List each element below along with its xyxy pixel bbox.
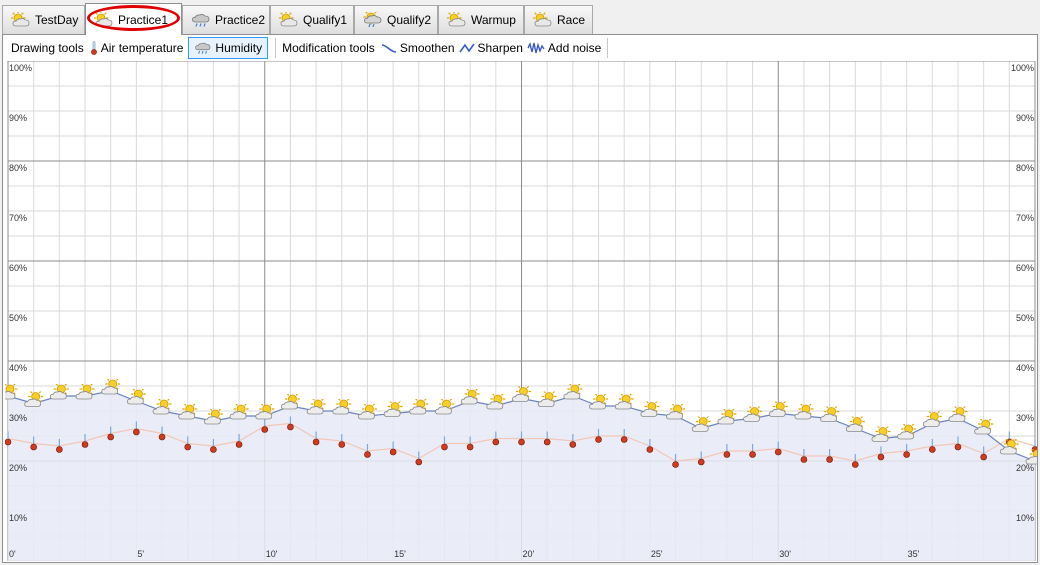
y-tick-label-left: 70% bbox=[9, 213, 27, 223]
tab-label: Practice1 bbox=[118, 12, 169, 27]
air-temperature-button[interactable]: Air temperature bbox=[88, 37, 186, 59]
x-tick-label: 30' bbox=[779, 549, 791, 559]
x-tick-label: 0' bbox=[9, 549, 16, 559]
tab-label: TestDay bbox=[35, 13, 79, 27]
toolbar-separator bbox=[607, 38, 609, 58]
toolbar-separator bbox=[275, 38, 277, 58]
weather-panel: Drawing tools Air temperature Humidity M… bbox=[2, 34, 1038, 563]
x-tick-label: 15' bbox=[394, 549, 406, 559]
humidity-chart[interactable]: 100% 100% 90% 90% 80% 80% 70% 70% 60% 60% 50% 50% 40… bbox=[5, 61, 1037, 561]
x-tick-label: 25' bbox=[651, 549, 663, 559]
tab-label: Qualify1 bbox=[303, 13, 348, 27]
y-tick-label-left: 10% bbox=[9, 513, 27, 523]
smooth-curve-icon bbox=[381, 44, 396, 53]
chart-canvas[interactable]: 100% 100% 90% 90% 80% 80% 70% 70% 60% 60% 50% 50% 40… bbox=[5, 61, 1037, 561]
y-tick-label-right: 40% bbox=[1016, 363, 1034, 373]
tab-label: Race bbox=[557, 13, 586, 27]
sun-cloud-icon bbox=[11, 12, 31, 28]
y-tick-label-left: 100% bbox=[9, 63, 32, 73]
rain-cloud-icon bbox=[191, 12, 211, 28]
noise-wave-icon bbox=[527, 42, 545, 54]
tab-qualify1[interactable]: Qualify1 bbox=[270, 5, 354, 34]
y-tick-label-right: 90% bbox=[1016, 113, 1034, 123]
y-tick-label-right: 50% bbox=[1016, 313, 1034, 323]
tab-practice1[interactable]: Practice1 bbox=[85, 3, 182, 35]
y-tick-label-right: 60% bbox=[1016, 263, 1034, 273]
modification-tools-label: Modification tools bbox=[282, 41, 375, 55]
smoothen-label: Smoothen bbox=[399, 41, 455, 55]
sharp-curve-icon bbox=[458, 43, 475, 53]
air-temperature-label: Air temperature bbox=[100, 41, 184, 55]
smoothen-button[interactable]: Smoothen bbox=[379, 37, 457, 59]
y-tick-label-right: 10% bbox=[1016, 513, 1034, 523]
thermometer-icon bbox=[90, 41, 98, 55]
y-tick-label-right: 30% bbox=[1016, 413, 1034, 423]
humidity-button[interactable]: Humidity bbox=[188, 37, 269, 59]
toolbar: Drawing tools Air temperature Humidity M… bbox=[3, 35, 1037, 61]
y-tick-label-left: 30% bbox=[9, 413, 27, 423]
sun-cloud-icon bbox=[279, 12, 299, 28]
sun-cloud-icon bbox=[447, 12, 467, 28]
tab-qualify2[interactable]: Qualify2 bbox=[354, 5, 438, 34]
y-tick-label-left: 90% bbox=[9, 113, 27, 123]
session-tabstrip: TestDay Practice1 Practice2 Qualify1 Qua… bbox=[0, 0, 1040, 35]
sun-rain-cloud-icon bbox=[363, 12, 383, 28]
tab-warmup[interactable]: Warmup bbox=[438, 5, 524, 34]
y-tick-label-left: 80% bbox=[9, 163, 27, 173]
humidity-label: Humidity bbox=[215, 41, 263, 55]
y-tick-label-right: 100% bbox=[1011, 63, 1034, 73]
drawing-tools-label: Drawing tools bbox=[11, 41, 84, 55]
tab-testday[interactable]: TestDay bbox=[2, 5, 85, 34]
x-tick-label: 10' bbox=[266, 549, 278, 559]
tab-practice2[interactable]: Practice2 bbox=[182, 5, 270, 34]
tab-label: Practice2 bbox=[215, 13, 266, 27]
sun-cloud-icon bbox=[533, 12, 553, 28]
y-tick-label-left: 40% bbox=[9, 363, 27, 373]
sharpen-label: Sharpen bbox=[477, 41, 523, 55]
x-tick-label: 5' bbox=[137, 549, 144, 559]
y-tick-label-left: 20% bbox=[9, 463, 27, 473]
y-tick-label-right: 70% bbox=[1016, 213, 1034, 223]
sun-cloud-icon bbox=[94, 12, 114, 28]
y-tick-label-left: 60% bbox=[9, 263, 27, 273]
weather-editor-window: TestDay Practice1 Practice2 Qualify1 Qua… bbox=[0, 0, 1040, 565]
y-tick-label-right: 20% bbox=[1016, 463, 1034, 473]
tab-race[interactable]: Race bbox=[524, 5, 593, 34]
tab-label: Qualify2 bbox=[387, 13, 432, 27]
x-tick-label: 35' bbox=[908, 549, 920, 559]
add-noise-button[interactable]: Add noise bbox=[525, 37, 603, 59]
rain-cloud-icon bbox=[194, 41, 212, 55]
y-tick-label-left: 50% bbox=[9, 313, 27, 323]
add-noise-label: Add noise bbox=[547, 41, 602, 55]
x-tick-label: 20' bbox=[523, 549, 535, 559]
tab-label: Warmup bbox=[471, 13, 516, 27]
sharpen-button[interactable]: Sharpen bbox=[457, 37, 525, 59]
y-tick-label-right: 80% bbox=[1016, 163, 1034, 173]
